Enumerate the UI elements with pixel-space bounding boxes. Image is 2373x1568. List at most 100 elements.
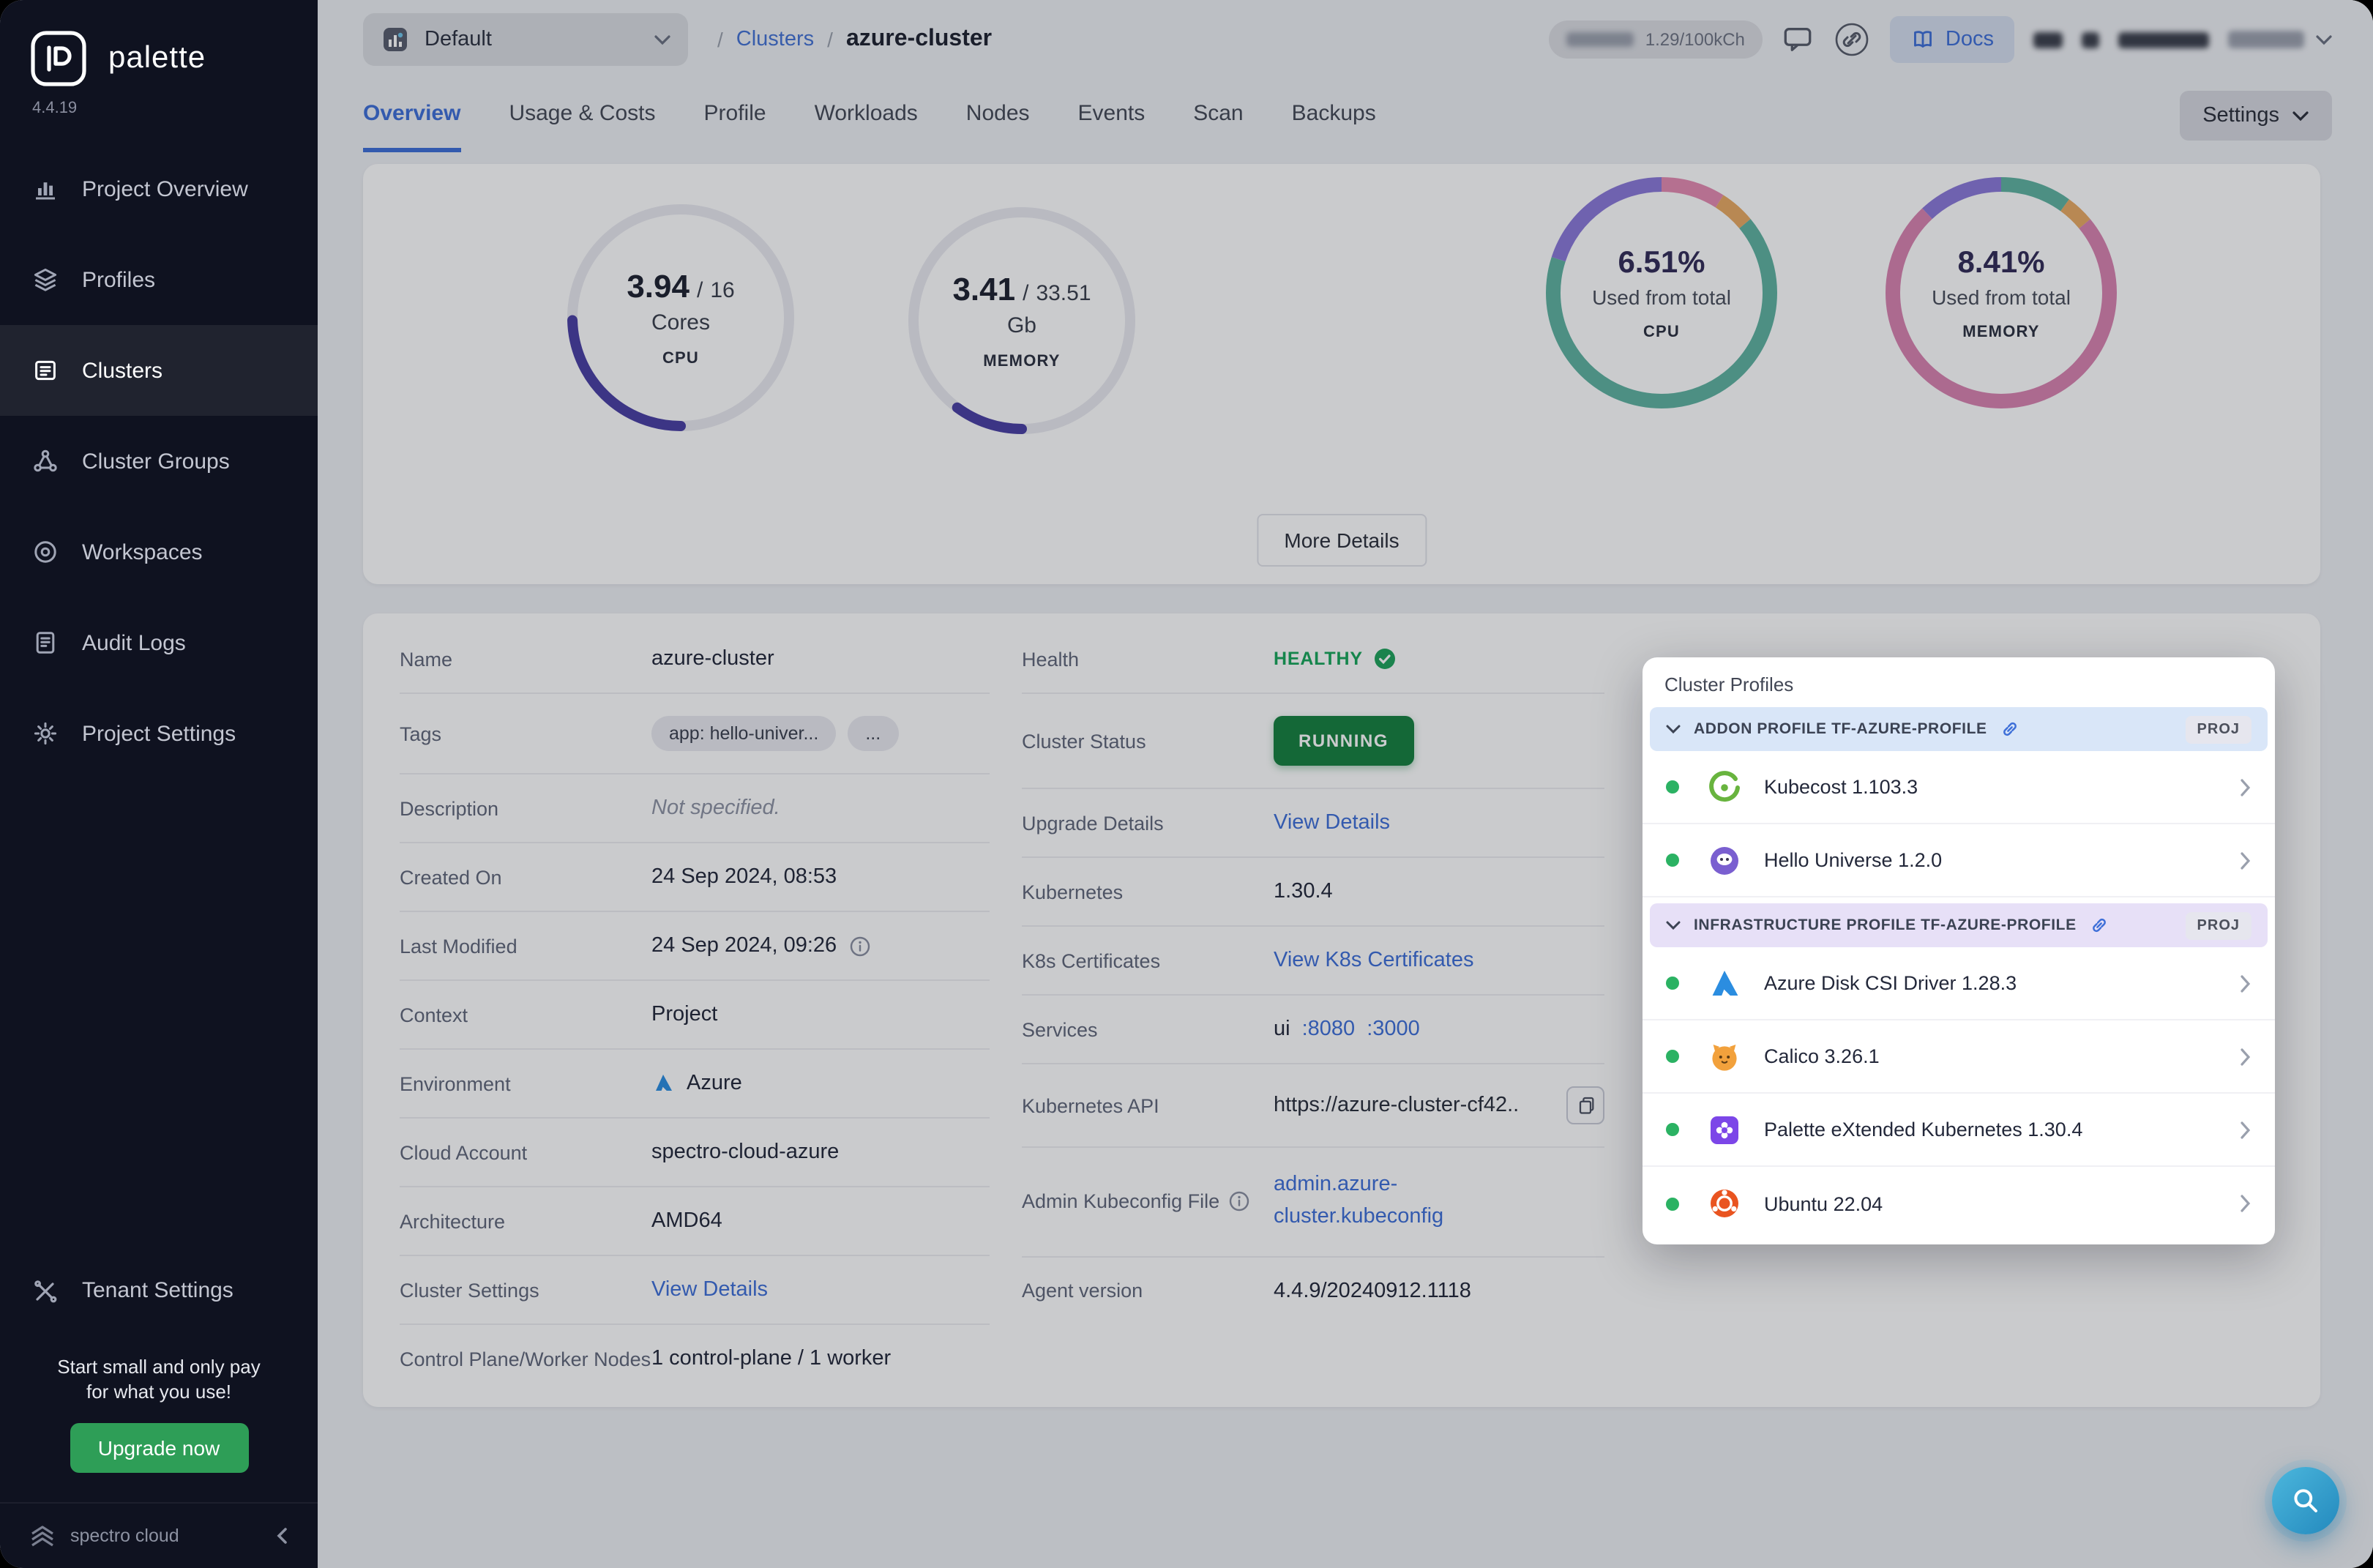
environment-value: Azure <box>687 1072 742 1095</box>
chat-button[interactable] <box>1782 25 1814 54</box>
profile-item-ubuntu[interactable]: Ubuntu 22.04 <box>1643 1167 2275 1240</box>
user-menu[interactable] <box>2228 31 2332 48</box>
profile-item-palette-extended-kubernetes[interactable]: Palette eXtended Kubernetes 1.30.4 <box>1643 1094 2275 1167</box>
check-circle-icon <box>1374 649 1395 669</box>
last-modified-value: 24 Sep 2024, 09:26 <box>651 934 837 957</box>
sidebar-item-clusters[interactable]: Clusters <box>0 325 318 416</box>
sidebar-item-project-settings[interactable]: Project Settings <box>0 688 318 779</box>
chevron-right-icon <box>2240 778 2251 796</box>
upgrade-view-details-link[interactable]: View Details <box>1274 811 1390 835</box>
profile-item-calico[interactable]: Calico 3.26.1 <box>1643 1020 2275 1094</box>
sidebar-item-cluster-groups[interactable]: Cluster Groups <box>0 416 318 507</box>
sidebar-item-tenant-settings[interactable]: Tenant Settings <box>0 1246 318 1337</box>
chain-link-icon <box>2093 918 2107 933</box>
cpu-donut-caption: Used from total <box>1592 285 1731 308</box>
popover-title: Cluster Profiles <box>1664 673 1794 695</box>
sidebar-item-profiles[interactable]: Profiles <box>0 234 318 325</box>
main-content: Default / Clusters / azure-cluster 1.29/… <box>318 0 2373 1568</box>
service-port-8080-link[interactable]: :8080 <box>1302 1018 1356 1041</box>
gear-icon <box>32 720 59 747</box>
tab-scan[interactable]: Scan <box>1193 79 1243 152</box>
link-button[interactable] <box>1833 20 1871 59</box>
info-icon[interactable] <box>848 935 870 957</box>
copy-button[interactable] <box>1566 1086 1604 1124</box>
tab-profile[interactable]: Profile <box>704 79 766 152</box>
sidebar-item-audit-logs[interactable]: Audit Logs <box>0 597 318 688</box>
profile-item-hello-universe[interactable]: Hello Universe 1.2.0 <box>1643 824 2275 897</box>
memory-used-value: 3.41 <box>952 271 1016 307</box>
kubeconfig-download-link[interactable]: admin.azure-cluster.kubeconfig <box>1274 1170 1471 1233</box>
upgrade-now-button[interactable]: Upgrade now <box>70 1423 248 1473</box>
tab-workloads[interactable]: Workloads <box>815 79 918 152</box>
memory-unit: Gb <box>1006 313 1036 338</box>
infrastructure-profile-section-header[interactable]: INFRASTRUCTURE PROFILE TF-AZURE-PROFILE … <box>1650 903 2268 947</box>
palette-logo-icon <box>31 31 86 86</box>
palette-extended-kubernetes-icon <box>1705 1110 1744 1149</box>
search-fab-button[interactable] <box>2272 1467 2339 1534</box>
detail-row-last-modified: Last Modified 24 Sep 2024, 09:26 <box>400 912 990 981</box>
profile-item-azure-disk-csi[interactable]: Azure Disk CSI Driver 1.28.3 <box>1643 947 2275 1020</box>
app-window: palette 4.4.19 Project Overview Profiles… <box>0 0 2373 1568</box>
copy-icon <box>1579 1097 1594 1114</box>
status-dot <box>1666 1123 1679 1136</box>
chevron-down-icon <box>654 34 670 45</box>
service-port-3000-link[interactable]: :3000 <box>1367 1018 1420 1041</box>
cluster-settings-view-details-link[interactable]: View Details <box>651 1278 768 1302</box>
tab-events[interactable]: Events <box>1078 79 1146 152</box>
breadcrumb: / Clusters / azure-cluster <box>717 26 992 53</box>
created-on-value: 24 Sep 2024, 08:53 <box>651 865 837 889</box>
detail-row-cluster-settings: Cluster Settings View Details <box>400 1256 990 1325</box>
ubuntu-icon <box>1705 1184 1744 1222</box>
more-details-button[interactable]: More Details <box>1256 514 1427 567</box>
chevron-down-icon <box>2292 111 2309 121</box>
description-value: Not specified. <box>651 796 780 820</box>
cpu-gauge-label: CPU <box>662 350 700 367</box>
brand-name: palette <box>108 41 206 75</box>
top-bar: Default / Clusters / azure-cluster 1.29/… <box>318 0 2373 79</box>
usage-value: 1.29/100kCh <box>1645 29 1745 50</box>
detail-row-cloud-account: Cloud Account spectro-cloud-azure <box>400 1119 990 1187</box>
sidebar-item-workspaces[interactable]: Workspaces <box>0 507 318 597</box>
view-k8s-certificates-link[interactable]: View K8s Certificates <box>1274 949 1473 972</box>
settings-button[interactable]: Settings <box>2179 91 2332 141</box>
status-dot <box>1666 1197 1679 1210</box>
azure-icon <box>656 1075 672 1091</box>
chevron-down-icon <box>1666 724 1681 733</box>
agent-version-value: 4.4.9/20240912.1118 <box>1274 1279 1471 1302</box>
redacted-text <box>2033 31 2063 48</box>
tag-chip[interactable]: app: hello-univer... <box>651 716 837 751</box>
addon-profile-section-header[interactable]: ADDON PROFILE TF-AZURE-PROFILE PROJ <box>1650 707 2268 751</box>
sidebar-item-project-overview[interactable]: Project Overview <box>0 143 318 234</box>
memory-used-percent: 8.41% <box>1957 245 2045 279</box>
detail-row-agent-version: Agent version 4.4.9/20240912.1118 <box>1022 1279 1471 1302</box>
detail-row-name: Name azure-cluster <box>400 625 990 694</box>
context-value: Project <box>651 1003 718 1026</box>
project-selector-value: Default <box>425 28 492 51</box>
sidebar-collapse-button[interactable] <box>274 1527 291 1545</box>
memory-donut-label: MEMORY <box>1962 323 2040 340</box>
tab-backups[interactable]: Backups <box>1292 79 1376 152</box>
tab-usage-costs[interactable]: Usage & Costs <box>509 79 655 152</box>
cluster-name-value: azure-cluster <box>651 647 774 671</box>
running-status-button[interactable]: RUNNING <box>1274 716 1414 766</box>
cpu-donut-label: CPU <box>1643 323 1681 340</box>
breadcrumb-clusters-link[interactable]: Clusters <box>736 28 814 51</box>
profile-item-kubecost[interactable]: Kubecost 1.103.3 <box>1643 751 2275 824</box>
detail-row-context: Context Project <box>400 981 990 1050</box>
spectro-cloud-logo-icon <box>31 1526 53 1547</box>
footer-brand-label: spectro cloud <box>70 1526 179 1546</box>
hello-universe-icon <box>1705 841 1744 879</box>
info-icon[interactable] <box>1228 1191 1250 1213</box>
chevron-down-icon <box>1666 920 1681 930</box>
app-version: 4.4.19 <box>32 100 78 117</box>
tab-overview[interactable]: Overview <box>363 79 461 152</box>
project-selector[interactable]: Default <box>363 13 688 66</box>
tags-more-chip[interactable]: ... <box>848 716 899 751</box>
detail-row-services: Services ui :8080 :3000 <box>1022 996 1604 1064</box>
detail-row-architecture: Architecture AMD64 <box>400 1187 990 1256</box>
chevron-down-icon <box>2316 34 2332 45</box>
cpu-gauge: 3.94 / 16 Cores CPU <box>556 193 805 442</box>
tab-nodes[interactable]: Nodes <box>966 79 1030 152</box>
docs-button[interactable]: Docs <box>1889 16 2014 63</box>
chevron-right-icon <box>2240 974 2251 992</box>
